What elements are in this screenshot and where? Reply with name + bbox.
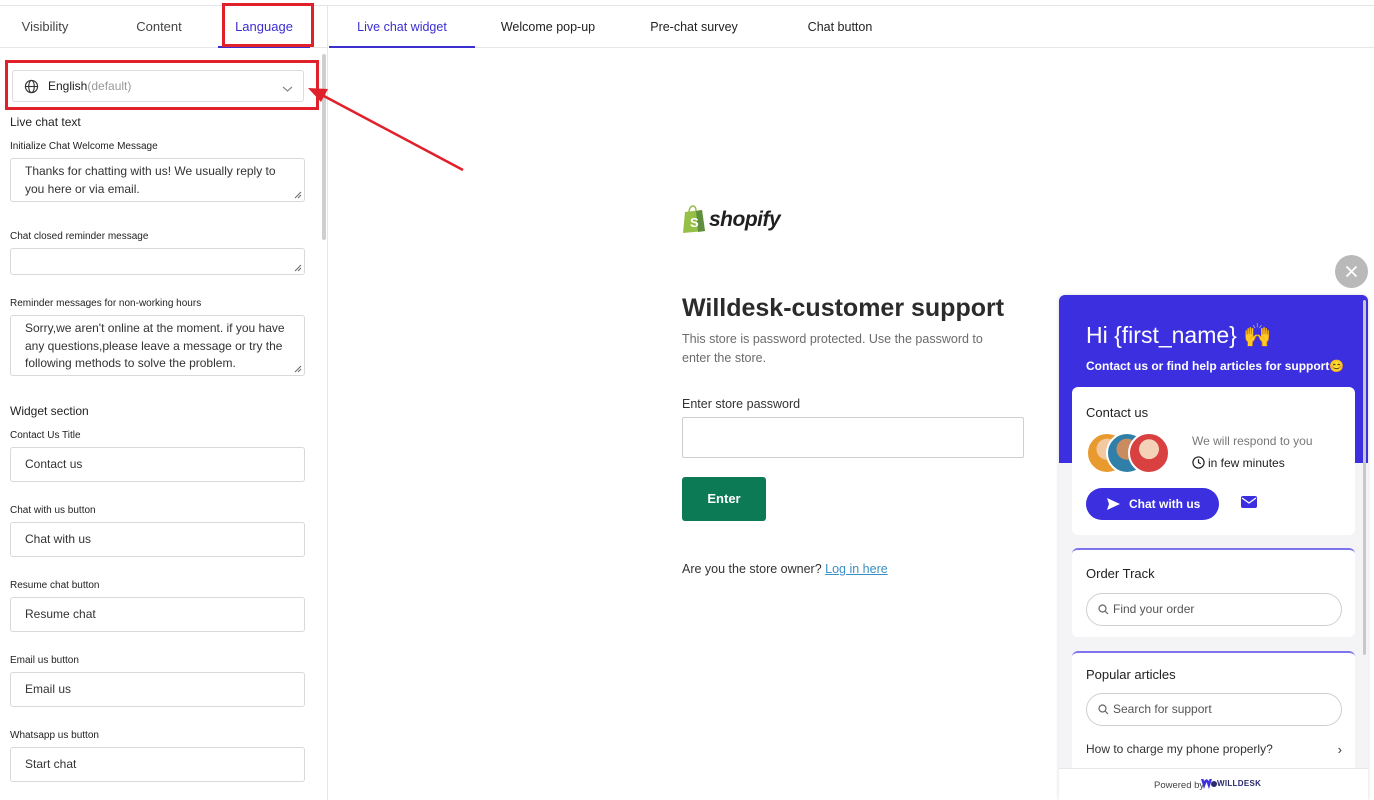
powered-by-text: Powered by <box>1154 780 1205 791</box>
non-working-hours-text: Sorry,we aren't online at the moment. if… <box>25 321 285 370</box>
annotation-arrow <box>308 88 464 172</box>
language-name: English <box>48 79 88 93</box>
field-label-chat-button: Chat with us button <box>10 505 96 516</box>
willdesk-brand: WILLDESK <box>1217 779 1262 788</box>
search-icon <box>1098 604 1109 615</box>
shopify-wordmark: shopify <box>709 208 781 231</box>
close-widget-button[interactable] <box>1335 255 1368 288</box>
store-password-input[interactable] <box>682 417 1024 458</box>
language-default-tag: (default) <box>87 79 132 93</box>
annotation-box-language-tab <box>222 3 314 47</box>
shopify-bag-icon: S <box>683 205 705 233</box>
tab-pre-chat-survey[interactable]: Pre-chat survey <box>631 6 757 48</box>
send-icon <box>1107 498 1120 510</box>
order-track-title: Order Track <box>1086 566 1155 581</box>
preview-tabs: Live chat widget Welcome pop-up Pre-chat… <box>329 6 1374 48</box>
widget-scrollbar[interactable] <box>1363 300 1366 655</box>
store-owner-line: Are you the store owner? Log in here <box>682 562 888 576</box>
contact-card: Contact us We will respond to you in few… <box>1072 387 1355 535</box>
widget-subtitle: Contact us or find help articles for sup… <box>1086 359 1345 373</box>
field-label-email-button: Email us button <box>10 655 79 666</box>
store-title: Willdesk-customer support <box>682 294 1005 322</box>
closed-reminder-textarea[interactable] <box>10 248 305 275</box>
whatsapp-button-input[interactable]: Start chat <box>10 747 305 782</box>
welcome-message-text: Thanks for chatting with us! We usually … <box>25 164 276 196</box>
settings-panel: Visibility Content Language English(defa… <box>0 3 328 800</box>
widget-greeting: Hi {first_name} 🙌 <box>1086 322 1272 348</box>
field-label-contact-title: Contact Us Title <box>10 430 81 441</box>
popular-articles-card: Popular articles Search for support How … <box>1072 651 1355 781</box>
article-title: How to charge my phone properly? <box>1086 742 1273 756</box>
store-subtitle: This store is password protected. Use th… <box>682 332 983 365</box>
order-track-card: Order Track Find your order <box>1072 548 1355 637</box>
resume-button-input[interactable]: Resume chat <box>10 597 305 632</box>
field-label-closed-reminder: Chat closed reminder message <box>10 231 149 242</box>
non-working-hours-textarea[interactable]: Sorry,we aren't online at the moment. if… <box>10 315 305 376</box>
welcome-message-textarea[interactable]: Thanks for chatting with us! We usually … <box>10 158 305 202</box>
field-label-non-working-hours: Reminder messages for non-working hours <box>10 298 202 309</box>
resize-grip-icon[interactable] <box>294 191 302 199</box>
tab-content[interactable]: Content <box>113 6 205 48</box>
language-select[interactable]: English(default) <box>12 70 304 102</box>
find-order-input[interactable]: Find your order <box>1086 593 1342 626</box>
tab-chat-button[interactable]: Chat button <box>781 6 899 48</box>
willdesk-logo-icon <box>1201 779 1217 789</box>
contact-card-title: Contact us <box>1086 405 1149 420</box>
field-label-resume-button: Resume chat button <box>10 580 100 591</box>
store-owner-text: Are you the store owner? <box>682 562 822 576</box>
search-support-input[interactable]: Search for support <box>1086 693 1342 726</box>
contact-title-input[interactable]: Contact us <box>10 447 305 482</box>
field-label-welcome-message: Initialize Chat Welcome Message <box>10 141 158 152</box>
avatar <box>1128 432 1170 474</box>
search-support-placeholder: Search for support <box>1113 702 1212 716</box>
response-time-text: in few minutes <box>1208 456 1285 470</box>
chat-with-us-label: Chat with us <box>1129 497 1201 511</box>
email-button-input[interactable]: Email us <box>10 672 305 707</box>
popular-articles-title: Popular articles <box>1086 667 1176 682</box>
tab-welcome-popup[interactable]: Welcome pop-up <box>485 6 611 48</box>
agent-avatars <box>1086 432 1186 476</box>
chat-button-input[interactable]: Chat with us <box>10 522 305 557</box>
chevron-down-icon <box>282 80 293 98</box>
section-title-live-chat: Live chat text <box>10 115 81 129</box>
login-link[interactable]: Log in here <box>825 562 888 576</box>
chat-with-us-button[interactable]: Chat with us <box>1086 488 1219 520</box>
globe-icon <box>24 79 39 99</box>
chevron-right-icon: › <box>1337 742 1342 757</box>
email-icon[interactable] <box>1240 495 1258 509</box>
svg-text:S: S <box>690 215 699 230</box>
find-order-placeholder: Find your order <box>1113 602 1195 616</box>
tab-live-chat-widget[interactable]: Live chat widget <box>329 6 475 48</box>
chat-widget: Hi {first_name} 🙌 Contact us or find hel… <box>1059 295 1368 800</box>
article-item[interactable]: How to charge my phone properly? › <box>1086 742 1342 757</box>
search-icon <box>1098 704 1109 715</box>
section-title-widget: Widget section <box>10 404 89 418</box>
powered-by-footer: Powered by WILLDESK <box>1059 768 1368 800</box>
resize-grip-icon[interactable] <box>294 365 302 373</box>
enter-button[interactable]: Enter <box>682 477 766 521</box>
tab-visibility[interactable]: Visibility <box>0 6 90 48</box>
password-label: Enter store password <box>682 397 801 411</box>
clock-icon <box>1192 456 1205 469</box>
respond-text: We will respond to you <box>1192 434 1313 448</box>
field-label-whatsapp-button: Whatsapp us button <box>10 730 99 741</box>
resize-grip-icon[interactable] <box>294 264 302 272</box>
close-icon <box>1345 265 1358 278</box>
response-time: in few minutes <box>1192 456 1285 470</box>
